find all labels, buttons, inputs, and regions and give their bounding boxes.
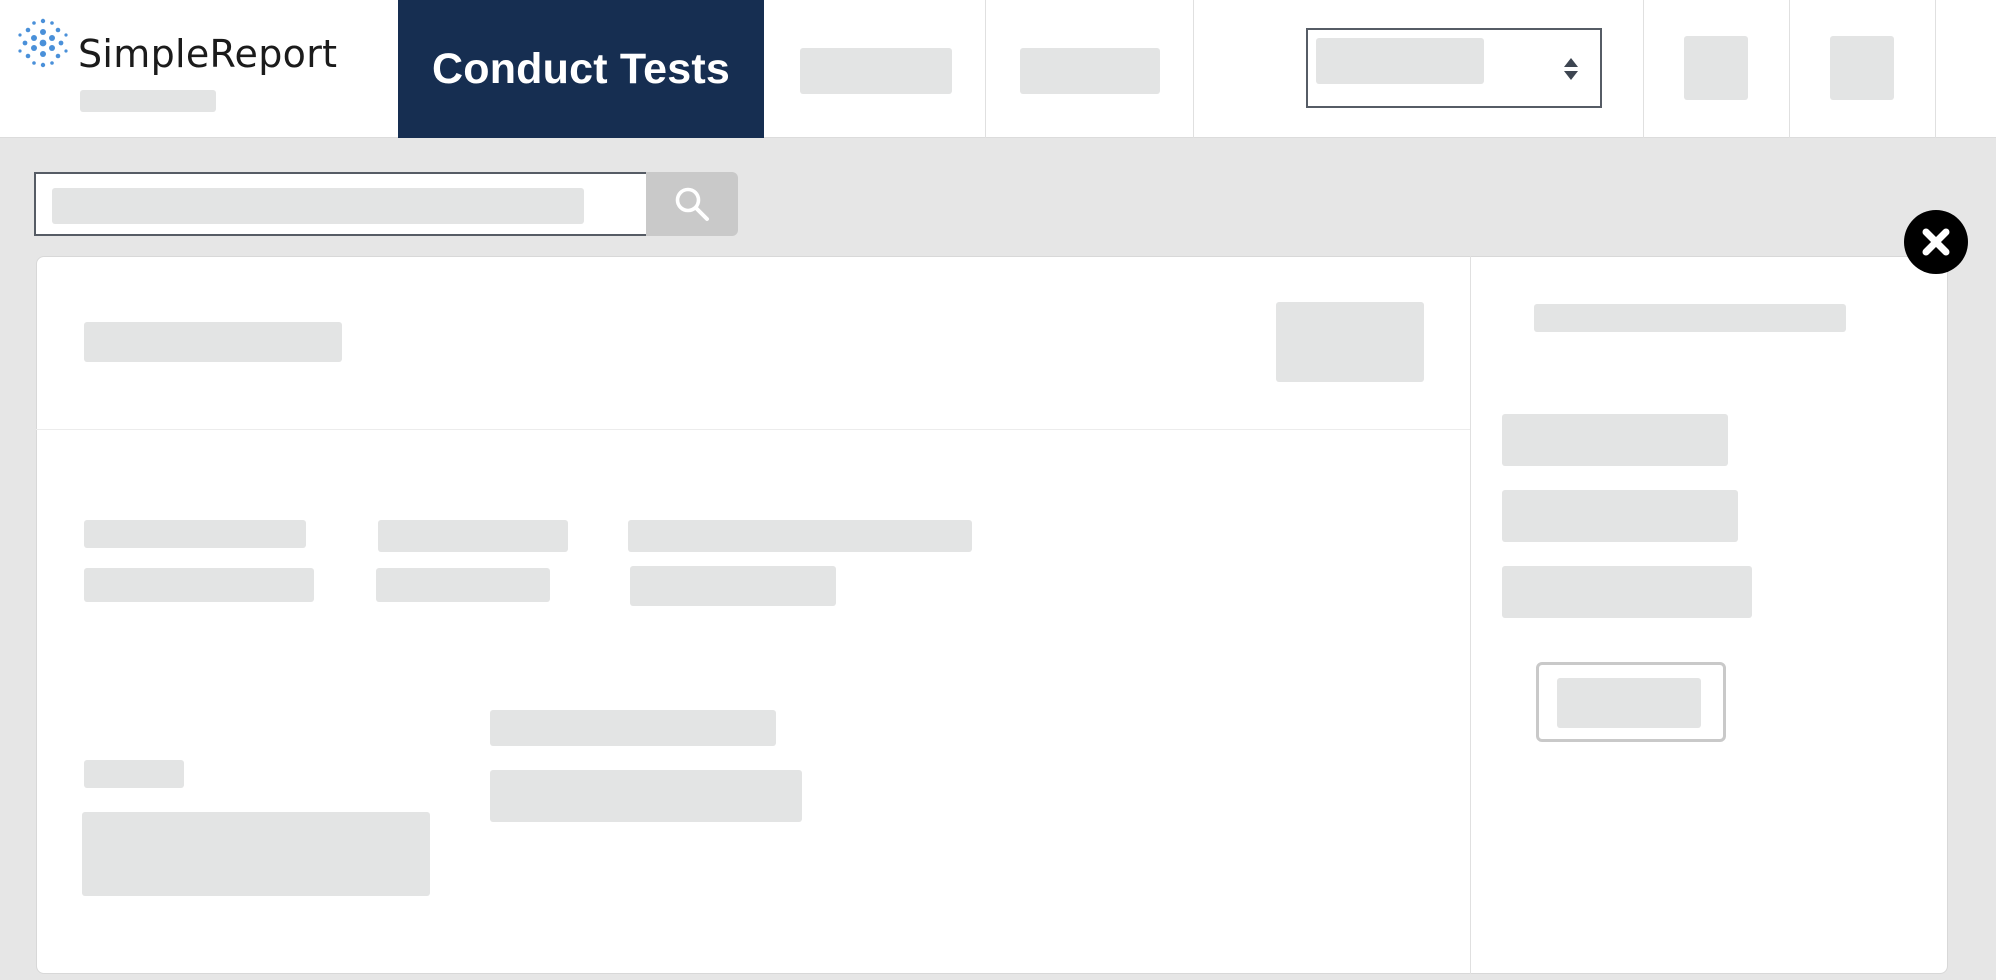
nav-divider xyxy=(1935,0,1936,138)
info-value-1 xyxy=(84,568,314,602)
info-value-2 xyxy=(376,568,550,602)
result-option-3[interactable] xyxy=(1502,566,1752,618)
card-header-divider xyxy=(36,429,1470,430)
nav-item-2-label-placeholder xyxy=(800,48,952,94)
close-button[interactable] xyxy=(1904,210,1968,274)
close-icon xyxy=(1922,228,1950,256)
logo-dots-icon xyxy=(18,18,68,68)
result-option-1[interactable] xyxy=(1502,414,1728,466)
nav-conduct-tests-label: Conduct Tests xyxy=(431,44,731,93)
nav-item-3[interactable] xyxy=(985,0,1193,138)
info-label-1 xyxy=(84,520,306,548)
header-action-2[interactable] xyxy=(1789,0,1935,138)
info-label-2 xyxy=(378,520,568,552)
facility-select[interactable] xyxy=(1306,28,1602,108)
header-action-1-placeholder xyxy=(1684,36,1748,100)
card-column-divider xyxy=(1470,256,1471,974)
sort-caret-icon xyxy=(1564,58,1578,80)
nav-divider xyxy=(1193,0,1194,138)
submit-button[interactable] xyxy=(1536,662,1726,742)
nav-item-3-label-placeholder xyxy=(1020,48,1160,94)
field-input-1-placeholder[interactable] xyxy=(82,812,430,896)
organization-name-placeholder xyxy=(80,90,216,112)
field-label-1 xyxy=(84,760,184,788)
search-icon xyxy=(675,187,709,221)
search-button[interactable] xyxy=(646,172,738,236)
info-label-3 xyxy=(628,520,972,552)
patient-name-placeholder xyxy=(84,322,342,362)
patient-search-input[interactable] xyxy=(34,172,648,236)
nav-item-2[interactable] xyxy=(764,0,985,138)
header-action-2-placeholder xyxy=(1830,36,1894,100)
search-input-placeholder xyxy=(52,188,584,224)
right-column-heading-placeholder xyxy=(1534,304,1846,332)
field-label-2 xyxy=(490,710,776,746)
top-navigation-bar: SimpleReport Conduct Tests xyxy=(0,0,1996,138)
field-input-2-placeholder[interactable] xyxy=(490,770,802,822)
info-value-3 xyxy=(630,566,836,606)
brand-name: SimpleReport xyxy=(78,32,338,76)
simplereport-logo[interactable]: SimpleReport xyxy=(14,14,384,124)
result-option-2[interactable] xyxy=(1502,490,1738,542)
header-action-1[interactable] xyxy=(1643,0,1789,138)
nav-conduct-tests[interactable]: Conduct Tests xyxy=(398,0,764,138)
submit-button-label-placeholder xyxy=(1557,678,1701,728)
facility-select-value-placeholder xyxy=(1316,38,1484,84)
card-header-button-placeholder[interactable] xyxy=(1276,302,1424,382)
